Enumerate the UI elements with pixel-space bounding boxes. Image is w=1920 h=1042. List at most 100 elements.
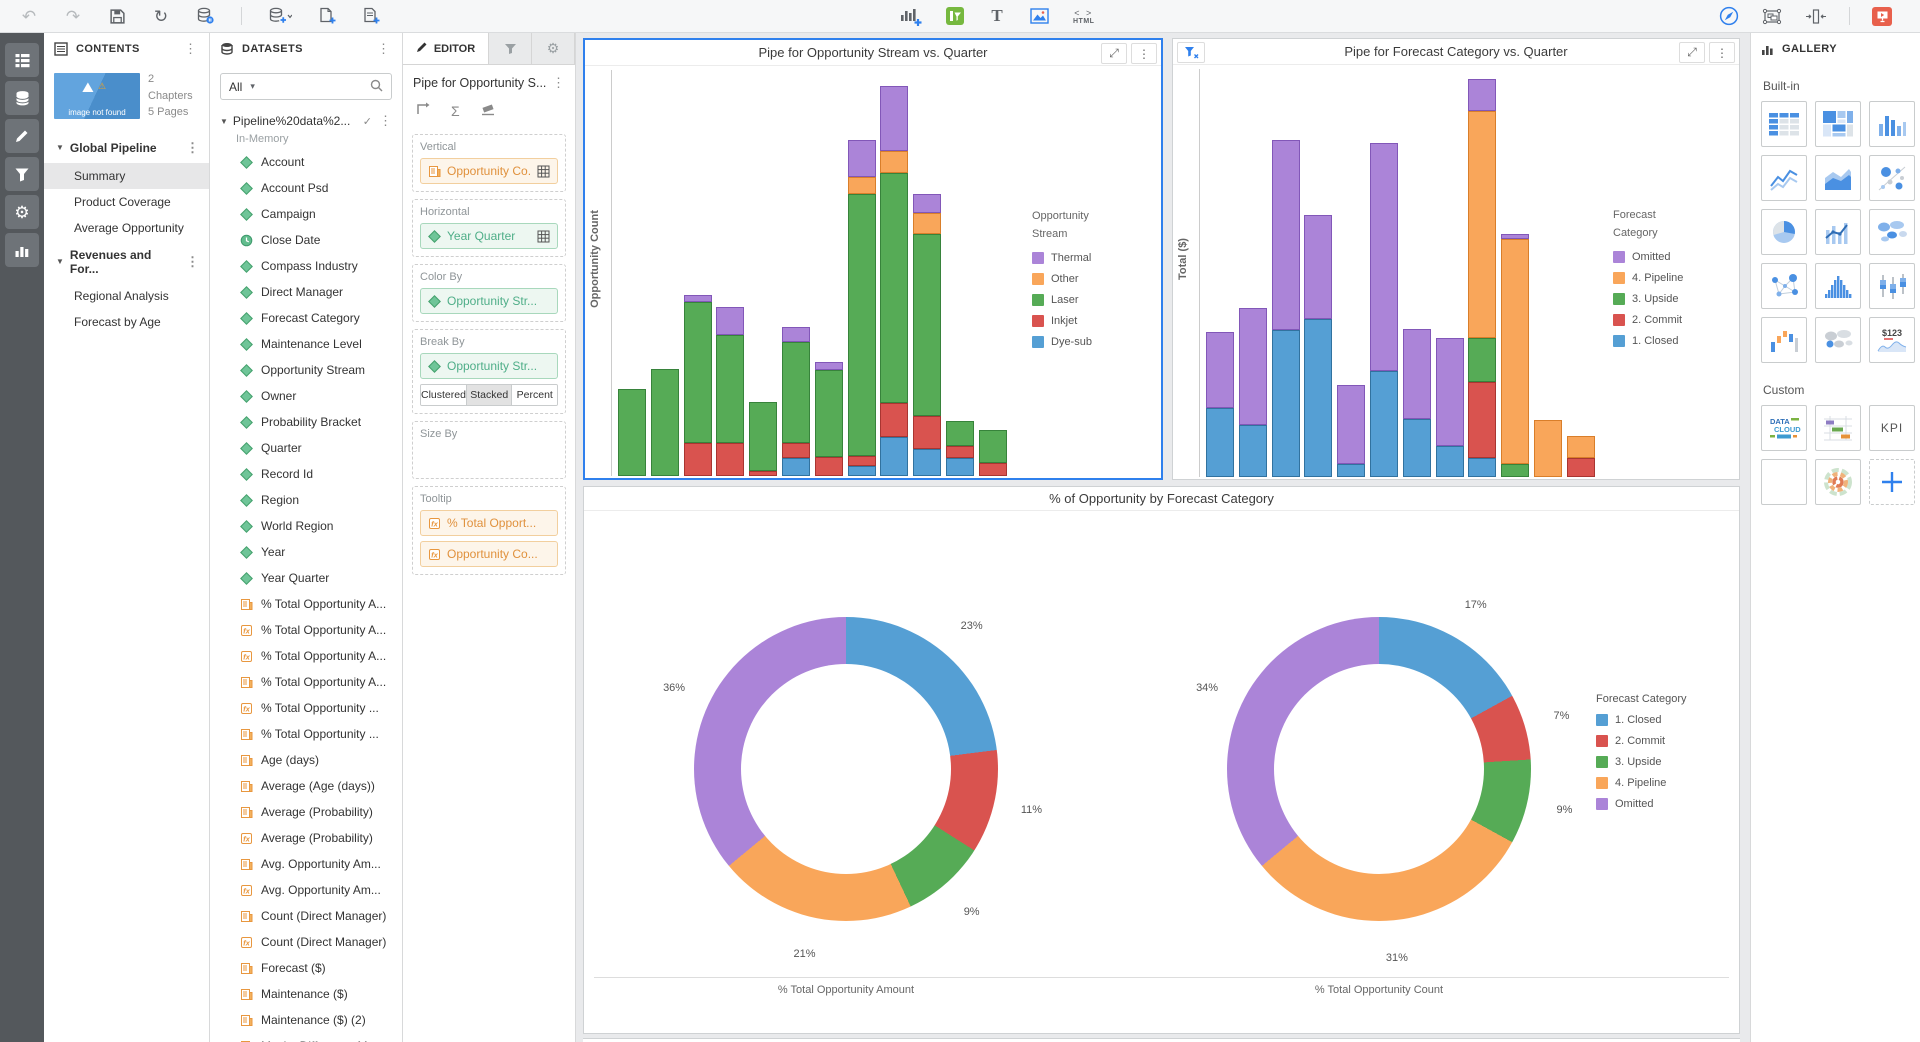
bar-segment-dye-sub[interactable] (848, 466, 876, 476)
tab-format[interactable]: ⚙ (532, 33, 575, 64)
donut-opportunity-amount[interactable] (694, 617, 998, 921)
stacked-bar[interactable] (618, 389, 646, 476)
redo-button[interactable]: ↷ (64, 4, 82, 28)
bar-segment-4-pipeline[interactable] (1534, 420, 1562, 477)
viz2-menu-button[interactable]: ⋮ (1709, 42, 1735, 63)
dataset-field-attribute[interactable]: Opportunity Stream (210, 357, 402, 383)
dataset-field-metric[interactable]: Maintenance ($) (2) (210, 1007, 402, 1033)
dataset-field-attribute[interactable]: Maintenance Level (210, 331, 402, 357)
bar-segment-1-closed[interactable] (1468, 458, 1496, 477)
dataset-menu-button[interactable]: ⋮ (377, 113, 394, 129)
bar-segment-other[interactable] (848, 177, 876, 194)
canvas-layout-button[interactable] (1761, 4, 1783, 28)
bar-segment-thermal[interactable] (880, 86, 908, 151)
legend-item[interactable]: 4. Pipeline (1596, 777, 1686, 789)
gallery-bar-icon[interactable] (1869, 101, 1915, 147)
dataset-field-attribute[interactable]: Direct Manager (210, 279, 402, 305)
bar-segment-dye-sub[interactable] (880, 437, 908, 476)
stacked-bar[interactable] (880, 86, 908, 476)
chapter-menu-button[interactable]: ⋮ (184, 254, 201, 270)
gallery-sunburst-icon[interactable] (1815, 459, 1861, 505)
bar-segment-thermal[interactable] (716, 307, 744, 335)
stacked-bar[interactable] (979, 430, 1007, 476)
bar-segment-other[interactable] (913, 213, 941, 234)
table-placement-icon[interactable] (537, 165, 550, 178)
dataset-field-attribute[interactable]: Year Quarter (210, 565, 402, 591)
gallery-kpi-sparkline-icon[interactable]: $123 (1869, 317, 1915, 363)
dataset-field-metric[interactable]: Average (Age (days)) (210, 773, 402, 799)
gallery-bubble-icon[interactable] (1869, 155, 1915, 201)
field-chip-attribute[interactable]: Year Quarter (420, 223, 558, 249)
bar-segment-dye-sub[interactable] (946, 458, 974, 476)
bar-segment-1-closed[interactable] (1272, 330, 1300, 477)
chapter-collapse-icon[interactable]: ▼ (56, 143, 64, 152)
bar-segment-1-closed[interactable] (1436, 446, 1464, 477)
dataset-field-attribute[interactable]: Account Psd (210, 175, 402, 201)
filter-panel-button[interactable] (946, 4, 964, 28)
stacked-bar[interactable] (946, 421, 974, 476)
tab-editor[interactable]: EDITOR (403, 33, 489, 64)
stacked-bar[interactable] (1534, 420, 1562, 477)
legend-item[interactable]: 1. Closed (1596, 714, 1686, 726)
bar-segment-laser[interactable] (782, 342, 810, 443)
swap-axes-icon[interactable] (415, 101, 431, 121)
legend-item[interactable]: 2. Commit (1613, 314, 1745, 326)
page-item[interactable]: Average Opportunity (44, 215, 209, 241)
dataset-field-metric[interactable]: % Total Opportunity ... (210, 721, 402, 747)
bar-segment-4-pipeline[interactable] (1567, 436, 1595, 458)
bar-segment-inkjet[interactable] (880, 403, 908, 437)
bar-segment-laser[interactable] (880, 173, 908, 403)
design-mode-button[interactable] (1719, 4, 1739, 28)
bar-segment-omitted[interactable] (1304, 215, 1332, 319)
gallery-grid-icon[interactable] (1761, 101, 1807, 147)
legend-item[interactable]: 3. Upside (1596, 756, 1686, 768)
dataset-field-metric[interactable]: Count (Direct Manager) (210, 903, 402, 929)
text-button[interactable]: T (988, 4, 1006, 28)
tab-filter[interactable] (489, 33, 532, 64)
stacked-bar[interactable] (1206, 332, 1234, 477)
legend-item[interactable]: 4. Pipeline (1613, 272, 1745, 284)
stacked-bar[interactable] (749, 402, 777, 476)
bar-segment-inkjet[interactable] (684, 443, 712, 476)
gallery-blank-icon[interactable] (1761, 459, 1807, 505)
stacked-bar[interactable] (1567, 436, 1595, 477)
bar-segment-omitted[interactable] (1403, 329, 1431, 419)
gallery-add-custom-icon[interactable] (1869, 459, 1915, 505)
chapter-row[interactable]: ▼Global Pipeline⋮ (44, 133, 209, 163)
collapse-arrow-icon[interactable]: ▼ (220, 117, 228, 126)
rail-contents-button[interactable] (5, 43, 39, 77)
stacked-bar[interactable] (1403, 329, 1431, 477)
stacked-bar[interactable] (1304, 215, 1332, 477)
bar-segment-thermal[interactable] (848, 140, 876, 177)
viz2-filter-applied-button[interactable] (1177, 42, 1205, 63)
break-by-option-clustered[interactable]: Clustered (421, 385, 466, 405)
chapter-menu-button[interactable]: ⋮ (184, 140, 201, 156)
dataset-field-fx[interactable]: fx% Total Opportunity A... (210, 643, 402, 669)
dataset-field-attribute[interactable]: Owner (210, 383, 402, 409)
table-placement-icon[interactable] (537, 230, 550, 243)
bar-segment-3-upside[interactable] (1468, 338, 1496, 382)
rail-datasets-button[interactable] (5, 81, 39, 115)
bar-segment-laser[interactable] (618, 389, 646, 476)
bar-segment-laser[interactable] (716, 335, 744, 443)
bar-segment-inkjet[interactable] (848, 456, 876, 466)
bar-segment-1-closed[interactable] (1337, 464, 1365, 477)
bar-segment-laser[interactable] (651, 369, 679, 476)
dataset-field-metric[interactable]: % Total Opportunity A... (210, 591, 402, 617)
bar-segment-inkjet[interactable] (749, 471, 777, 476)
dataset-field-metric[interactable]: Average (Probability) (210, 799, 402, 825)
stacked-bar[interactable] (815, 362, 843, 476)
eraser-icon[interactable] (480, 102, 496, 121)
bar-segment-thermal[interactable] (684, 295, 712, 302)
bar-segment-omitted[interactable] (1468, 79, 1496, 111)
refresh-button[interactable]: ↻ (152, 4, 170, 28)
gallery-heatmap-icon[interactable] (1815, 101, 1861, 147)
chapter-collapse-icon[interactable]: ▼ (56, 257, 64, 266)
data-status-button[interactable] (196, 4, 215, 28)
bar-segment-2-commit[interactable] (1567, 458, 1595, 477)
dataset-title-row[interactable]: ▼ Pipeline%20data%2... ✓ ⋮ (210, 108, 402, 131)
fit-contents-button[interactable] (1805, 4, 1827, 28)
break-by-option-percent[interactable]: Percent (511, 385, 557, 405)
stacked-bar[interactable] (716, 307, 744, 476)
bar-segment-1-closed[interactable] (1304, 319, 1332, 477)
